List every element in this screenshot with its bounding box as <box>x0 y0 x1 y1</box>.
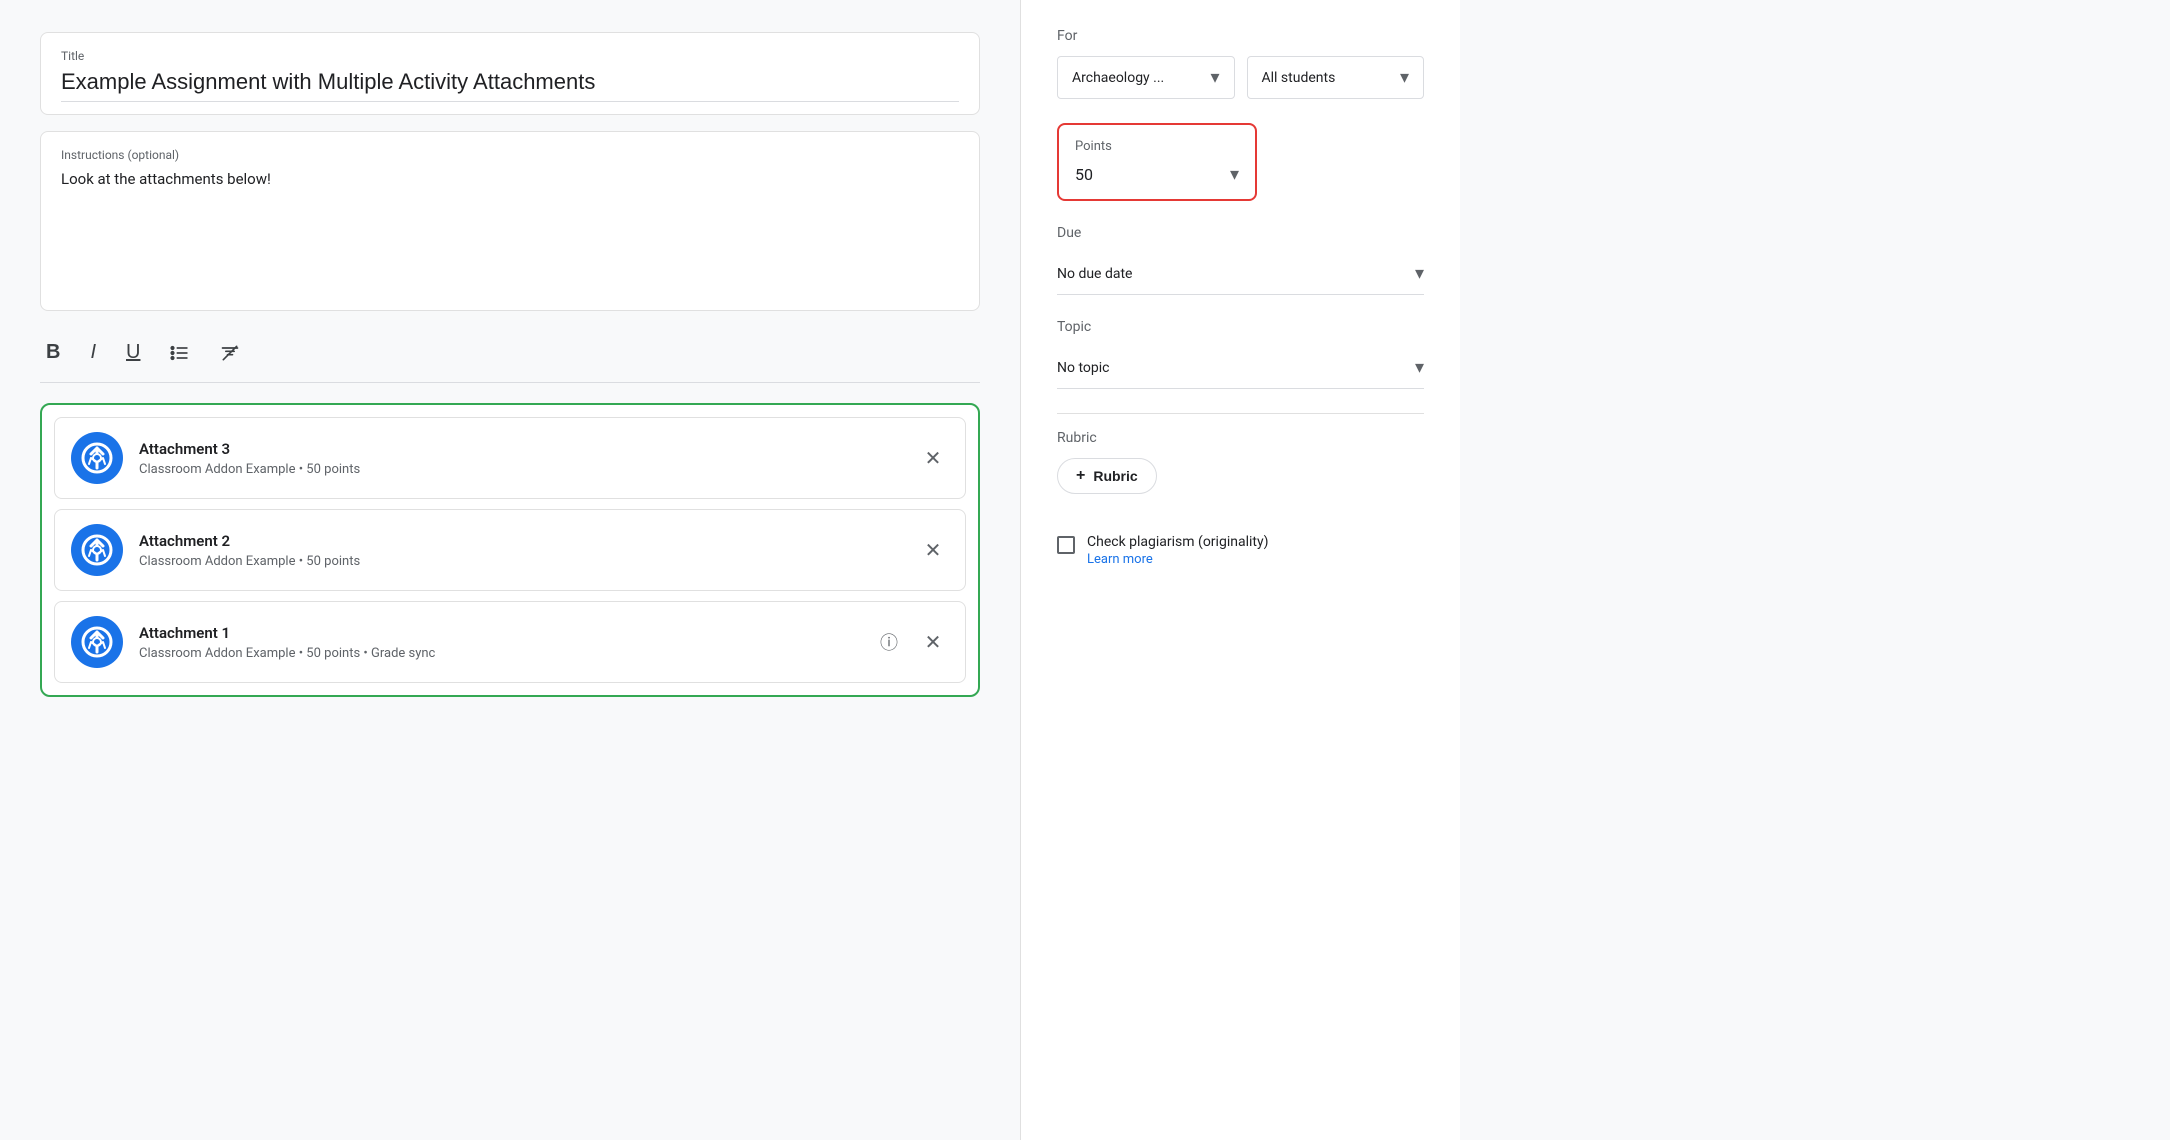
attachment-info-2: Attachment 2 Classroom Addon Example • 5… <box>139 532 901 569</box>
points-section: Points 50 ▾ <box>1057 123 1257 201</box>
due-value: No due date <box>1057 266 1132 282</box>
editor-toolbar: B I U <box>40 327 980 383</box>
attachment-icon-1 <box>71 616 123 668</box>
topic-value: No topic <box>1057 360 1109 376</box>
learn-more-link[interactable]: Learn more <box>1087 552 1268 567</box>
attachment-actions-2: ✕ <box>917 534 949 566</box>
attachment-icon-2 <box>71 524 123 576</box>
attachment-info-1: Attachment 1 Classroom Addon Example • 5… <box>139 624 857 661</box>
instructions-label: Instructions (optional) <box>61 148 959 162</box>
attachment-meta-2: Classroom Addon Example • 50 points <box>139 554 901 569</box>
list-button[interactable] <box>164 339 196 367</box>
students-chevron-icon: ▾ <box>1400 67 1409 88</box>
topic-label: Topic <box>1057 319 1424 335</box>
remove-attachment-1-button[interactable]: ✕ <box>917 626 949 658</box>
plagiarism-title: Check plagiarism (originality) <box>1087 534 1268 550</box>
list-icon <box>170 343 190 363</box>
attachment-name-1: Attachment 1 <box>139 624 857 642</box>
divider <box>1057 413 1424 414</box>
clear-format-icon <box>220 343 240 363</box>
clear-format-button[interactable] <box>214 339 246 367</box>
points-chevron-icon: ▾ <box>1230 164 1239 185</box>
underline-button[interactable]: U <box>120 337 146 368</box>
topic-section: Topic No topic ▾ <box>1057 319 1424 389</box>
course-chevron-icon: ▾ <box>1210 67 1219 88</box>
attachment-item-2: Attachment 2 Classroom Addon Example • 5… <box>54 509 966 591</box>
info-attachment-1-button[interactable]: ⓘ <box>873 626 905 658</box>
students-value: All students <box>1262 70 1336 86</box>
attachment-name-2: Attachment 2 <box>139 532 901 550</box>
side-panel: For Archaeology ... ▾ All students ▾ Poi… <box>1020 0 1460 1140</box>
attachment-actions-1: ⓘ ✕ <box>873 626 949 658</box>
attachment-info-3: Attachment 3 Classroom Addon Example • 5… <box>139 440 901 477</box>
for-label: For <box>1057 28 1424 44</box>
topic-dropdown[interactable]: No topic ▾ <box>1057 347 1424 389</box>
attachment-item-1: Attachment 1 Classroom Addon Example • 5… <box>54 601 966 683</box>
attachment-name-3: Attachment 3 <box>139 440 901 458</box>
plagiarism-checkbox[interactable] <box>1057 536 1075 554</box>
attachment-icon-3 <box>71 432 123 484</box>
rubric-button[interactable]: + Rubric <box>1057 458 1157 494</box>
bold-button[interactable]: B <box>40 337 66 368</box>
instructions-section: Instructions (optional) Look at the atta… <box>40 131 980 311</box>
students-dropdown[interactable]: All students ▾ <box>1247 56 1425 99</box>
attachment-meta-3: Classroom Addon Example • 50 points <box>139 462 901 477</box>
points-value: 50 <box>1075 165 1093 184</box>
plagiarism-section: Check plagiarism (originality) Learn mor… <box>1057 534 1424 567</box>
rubric-section: Rubric + Rubric <box>1057 430 1424 510</box>
plagiarism-info: Check plagiarism (originality) Learn mor… <box>1087 534 1268 567</box>
for-dropdowns: Archaeology ... ▾ All students ▾ <box>1057 56 1424 99</box>
course-value: Archaeology ... <box>1072 70 1164 86</box>
due-dropdown[interactable]: No due date ▾ <box>1057 253 1424 295</box>
points-dropdown[interactable]: 50 ▾ <box>1075 164 1239 185</box>
instructions-text[interactable]: Look at the attachments below! <box>61 170 959 188</box>
due-section: Due No due date ▾ <box>1057 225 1424 295</box>
attachment-actions-3: ✕ <box>917 442 949 474</box>
italic-button[interactable]: I <box>84 337 102 368</box>
rubric-label: Rubric <box>1057 430 1424 446</box>
due-label: Due <box>1057 225 1424 241</box>
title-input[interactable] <box>61 69 959 102</box>
title-label: Title <box>61 49 959 63</box>
points-label: Points <box>1075 139 1239 154</box>
remove-attachment-3-button[interactable]: ✕ <box>917 442 949 474</box>
attachment-meta-1: Classroom Addon Example • 50 points • Gr… <box>139 646 857 661</box>
topic-chevron-icon: ▾ <box>1415 357 1424 378</box>
due-chevron-icon: ▾ <box>1415 263 1424 284</box>
course-dropdown[interactable]: Archaeology ... ▾ <box>1057 56 1235 99</box>
for-section: For Archaeology ... ▾ All students ▾ <box>1057 28 1424 99</box>
plus-icon: + <box>1076 467 1085 485</box>
attachment-item: Attachment 3 Classroom Addon Example • 5… <box>54 417 966 499</box>
rubric-button-label: Rubric <box>1093 468 1137 484</box>
title-section: Title <box>40 32 980 115</box>
remove-attachment-2-button[interactable]: ✕ <box>917 534 949 566</box>
attachments-container: Attachment 3 Classroom Addon Example • 5… <box>40 403 980 697</box>
